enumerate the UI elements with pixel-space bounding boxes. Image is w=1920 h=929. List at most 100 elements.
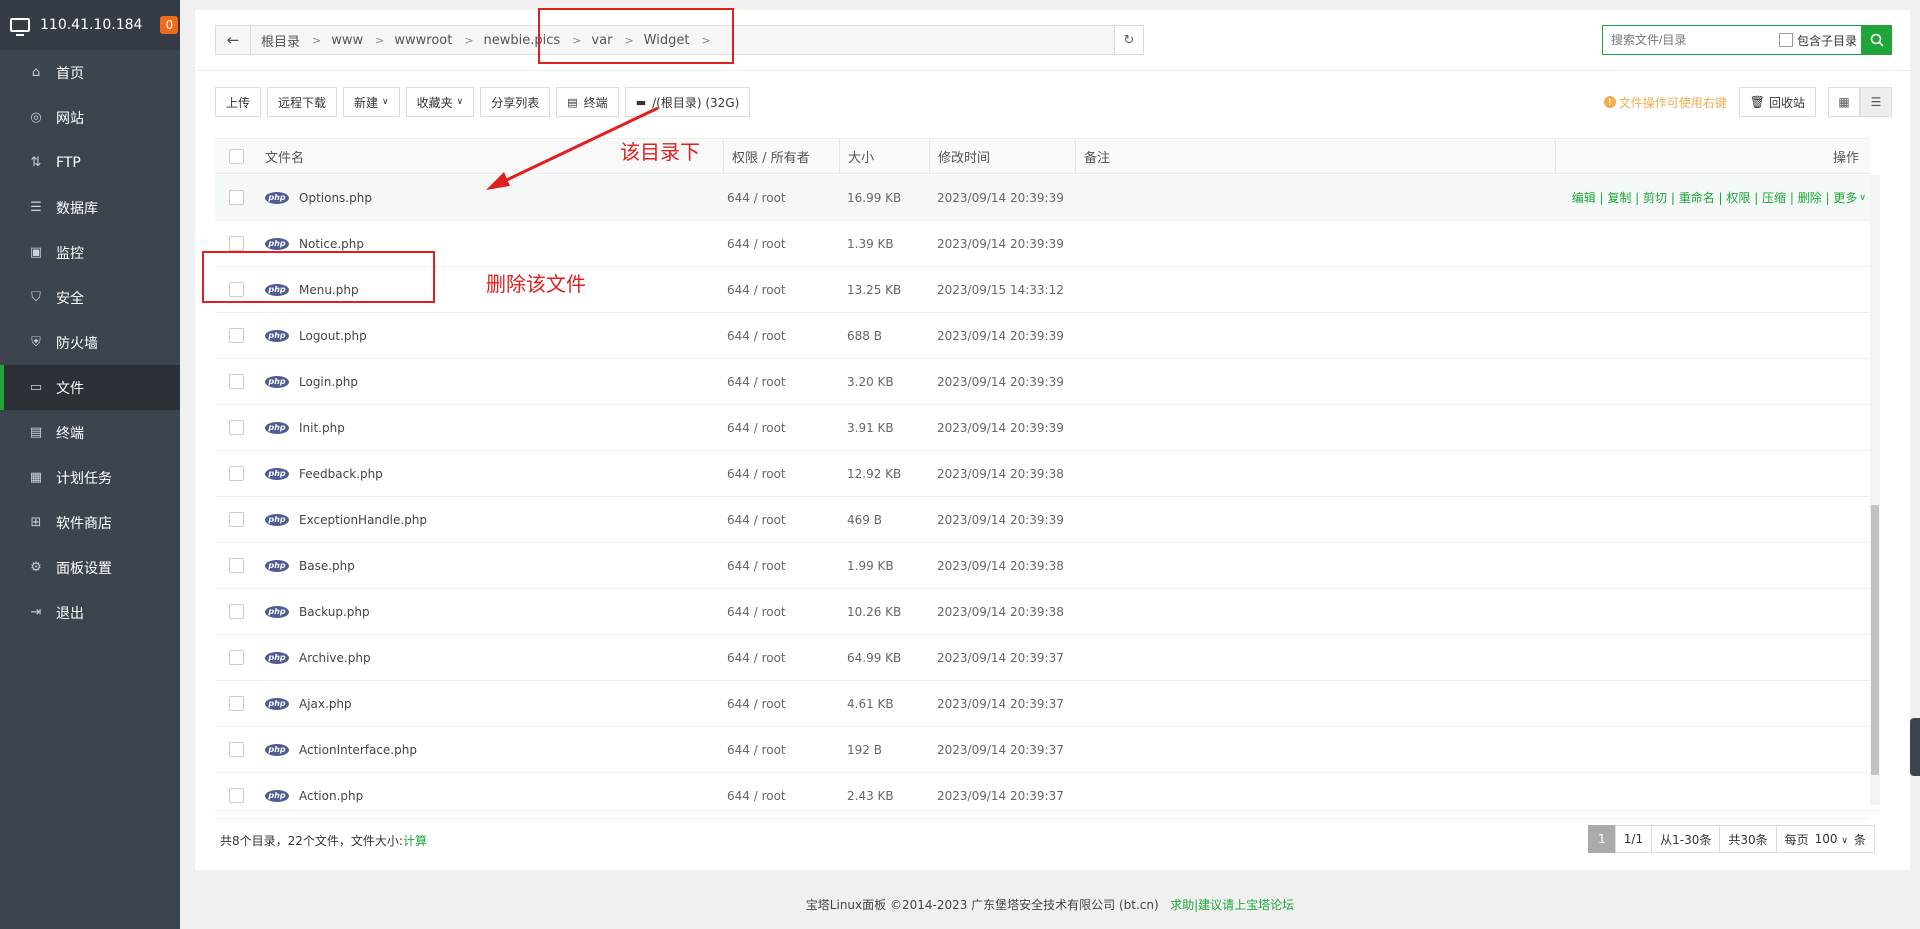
col-perm[interactable]: 权限 / 所有者 (723, 139, 810, 173)
file-perm[interactable]: 644 / root (727, 681, 786, 726)
file-name[interactable]: Archive.php (299, 651, 371, 665)
breadcrumb-item[interactable]: 根目录 > (261, 31, 321, 50)
file-name[interactable]: Ajax.php (299, 697, 352, 711)
file-name-cell[interactable]: php Logout.php (265, 313, 367, 358)
row-checkbox[interactable] (229, 466, 244, 481)
file-perm[interactable]: 644 / root (727, 175, 786, 220)
scrollbar[interactable] (1870, 175, 1880, 805)
row-checkbox[interactable] (229, 420, 244, 435)
file-name[interactable]: Notice.php (299, 237, 364, 251)
file-name-cell[interactable]: php Base.php (265, 543, 355, 588)
breadcrumb-item[interactable]: wwwroot > (394, 33, 473, 48)
file-name[interactable]: Init.php (299, 421, 345, 435)
sidebar-item[interactable]: ⊞ 软件商店 (0, 500, 180, 545)
sidebar-item[interactable]: ⇥ 退出 (0, 590, 180, 635)
col-size[interactable]: 大小 (839, 139, 874, 173)
row-actions-label[interactable]: 编辑 | 复制 | 剪切 | 重命名 | 权限 | 压缩 | 删除 | 更多 (1572, 189, 1858, 206)
sidebar-item[interactable]: ⌂ 首页 (0, 50, 180, 95)
file-name-cell[interactable]: php ActionInterface.php (265, 727, 417, 772)
grid-view-button[interactable]: ▦ (1828, 87, 1860, 117)
table-row[interactable]: php Init.php 644 / root 3.91 KB 2023/09/14 2… (215, 405, 1870, 451)
sidebar-item[interactable]: ⛨ 防火墙 (0, 320, 180, 365)
file-perm[interactable]: 644 / root (727, 313, 786, 358)
row-checkbox[interactable] (229, 374, 244, 389)
select-all-checkbox[interactable] (229, 148, 244, 164)
table-row[interactable]: php Archive.php 644 / root 64.99 KB 2023/09/… (215, 635, 1870, 681)
recycle-bin-button[interactable]: 🗑 回收站 (1738, 87, 1816, 117)
row-checkbox[interactable] (229, 328, 244, 343)
sidebar-item[interactable]: ⛉ 安全 (0, 275, 180, 320)
include-subdir-checkbox[interactable]: 包含子目录 (1778, 32, 1857, 49)
file-name-cell[interactable]: php Init.php (265, 405, 345, 450)
file-perm[interactable]: 644 / root (727, 543, 786, 588)
row-actions[interactable]: 编辑 | 复制 | 剪切 | 重命名 | 权限 | 压缩 | 删除 | 更多 ∨ (1572, 175, 1866, 220)
row-checkbox[interactable] (229, 512, 244, 527)
file-name[interactable]: Base.php (299, 559, 355, 573)
file-name[interactable]: Options.php (299, 191, 372, 205)
file-name-cell[interactable]: php Action.php (265, 773, 363, 818)
file-name-cell[interactable]: php Login.php (265, 359, 358, 404)
row-checkbox[interactable] (229, 236, 244, 251)
file-name[interactable]: Login.php (299, 375, 358, 389)
col-name[interactable]: 文件名 (265, 139, 304, 173)
file-name[interactable]: Feedback.php (299, 467, 383, 481)
sidebar-item[interactable]: ☰ 数据库 (0, 185, 180, 230)
page-current[interactable]: 1 (1587, 825, 1616, 853)
back-button[interactable]: ← (216, 26, 251, 54)
breadcrumb-item[interactable]: www > (331, 33, 384, 48)
file-perm[interactable]: 644 / root (727, 727, 786, 772)
table-row[interactable]: php Base.php 644 / root 1.99 KB 2023/09/14 2… (215, 543, 1870, 589)
file-perm[interactable]: 644 / root (727, 267, 786, 312)
file-name-cell[interactable]: php ExceptionHandle.php (265, 497, 427, 542)
table-row[interactable]: php Logout.php 644 / root 688 B 2023/09/14 2… (215, 313, 1870, 359)
table-row[interactable]: php Action.php 644 / root 2.43 KB 2023/09/14… (215, 773, 1870, 819)
file-name-cell[interactable]: php Backup.php (265, 589, 370, 634)
file-perm[interactable]: 644 / root (727, 635, 786, 680)
row-checkbox[interactable] (229, 604, 244, 619)
list-view-button[interactable]: ☰ (1860, 87, 1892, 117)
file-name-cell[interactable]: php Feedback.php (265, 451, 383, 496)
table-row[interactable]: php Ajax.php 644 / root 4.61 KB 2023/09/14 2… (215, 681, 1870, 727)
file-perm[interactable]: 644 / root (727, 405, 786, 450)
search-input[interactable] (1609, 32, 1779, 48)
refresh-button[interactable]: ↻ (1114, 25, 1144, 55)
file-name-cell[interactable]: php Ajax.php (265, 681, 352, 726)
table-row[interactable]: php Menu.php 644 / root 13.25 KB 2023/09/15 … (215, 267, 1870, 313)
file-perm[interactable]: 644 / root (727, 773, 786, 818)
table-row[interactable]: php Notice.php 644 / root 1.39 KB 2023/09/14… (215, 221, 1870, 267)
remote-download-button[interactable]: 远程下载 (267, 87, 338, 117)
col-mtime[interactable]: 修改时间 (929, 139, 990, 173)
file-perm[interactable]: 644 / root (727, 221, 786, 266)
file-name-cell[interactable]: php Archive.php (265, 635, 371, 680)
file-name[interactable]: Logout.php (299, 329, 367, 343)
row-checkbox[interactable] (229, 190, 244, 205)
file-name-cell[interactable]: php Options.php (265, 175, 372, 220)
forum-link[interactable]: 求助|建议请上宝塔论坛 (1170, 898, 1294, 912)
checkbox[interactable] (1778, 33, 1793, 47)
row-checkbox[interactable] (229, 788, 244, 803)
sidebar-item[interactable]: ▦ 计划任务 (0, 455, 180, 500)
row-checkbox[interactable] (229, 650, 244, 665)
file-name[interactable]: Backup.php (299, 605, 370, 619)
table-row[interactable]: php Login.php 644 / root 3.20 KB 2023/09/14 … (215, 359, 1870, 405)
table-row[interactable]: php ActionInterface.php 644 / root 192 B 202… (215, 727, 1870, 773)
file-name[interactable]: Action.php (299, 789, 363, 803)
table-row[interactable]: php Feedback.php 644 / root 12.92 KB 2023/09… (215, 451, 1870, 497)
file-perm[interactable]: 644 / root (727, 359, 786, 404)
sidebar-item[interactable]: ◎ 网站 (0, 95, 180, 140)
table-row[interactable]: php ExceptionHandle.php 644 / root 469 B 202… (215, 497, 1870, 543)
sidebar-item[interactable]: ⚙ 面板设置 (0, 545, 180, 590)
table-row[interactable]: php Backup.php 644 / root 10.26 KB 2023/09/1… (215, 589, 1870, 635)
row-checkbox[interactable] (229, 696, 244, 711)
file-perm[interactable]: 644 / root (727, 497, 786, 542)
scrollbar-thumb[interactable] (1871, 505, 1879, 775)
table-row[interactable]: php Options.php 644 / root 16.99 KB 2023/09/… (215, 175, 1870, 221)
sidebar-item[interactable]: ▣ 监控 (0, 230, 180, 275)
sidebar-item[interactable]: ▤ 终端 (0, 410, 180, 455)
calc-link[interactable]: 计算 (403, 834, 427, 848)
per-page-select[interactable]: 100 ∨ (1815, 832, 1848, 846)
search-button[interactable] (1862, 25, 1892, 55)
file-perm[interactable]: 644 / root (727, 589, 786, 634)
sidebar-item[interactable]: ▭ 文件 (0, 365, 180, 410)
side-dock-handle[interactable] (1910, 718, 1920, 776)
